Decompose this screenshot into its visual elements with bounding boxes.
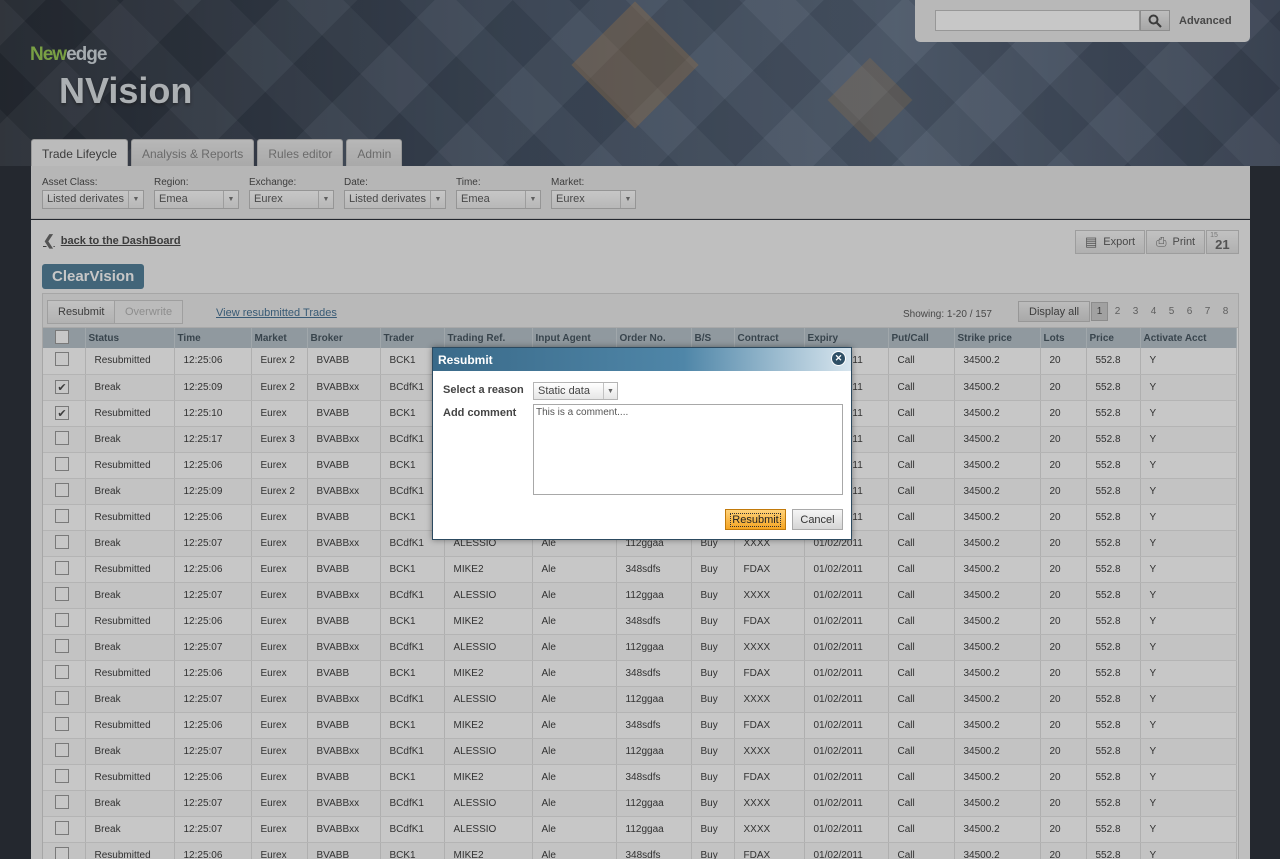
- comment-label: Add comment: [443, 407, 517, 419]
- close-icon[interactable]: ✕: [831, 351, 846, 366]
- reason-label: Select a reason: [443, 384, 524, 396]
- comment-field[interactable]: This is a comment....: [533, 404, 843, 495]
- chevron-down-icon: ▼: [603, 383, 617, 399]
- cancel-button[interactable]: Cancel: [792, 509, 843, 530]
- resubmit-dialog: Resubmit ✕ Select a reason Static data ▼ …: [432, 347, 852, 540]
- resubmit-button[interactable]: Resubmit: [725, 509, 786, 530]
- dialog-title: Resubmit: [438, 352, 493, 367]
- dialog-header: Resubmit ✕: [433, 348, 851, 371]
- reason-select[interactable]: Static data ▼: [533, 382, 618, 400]
